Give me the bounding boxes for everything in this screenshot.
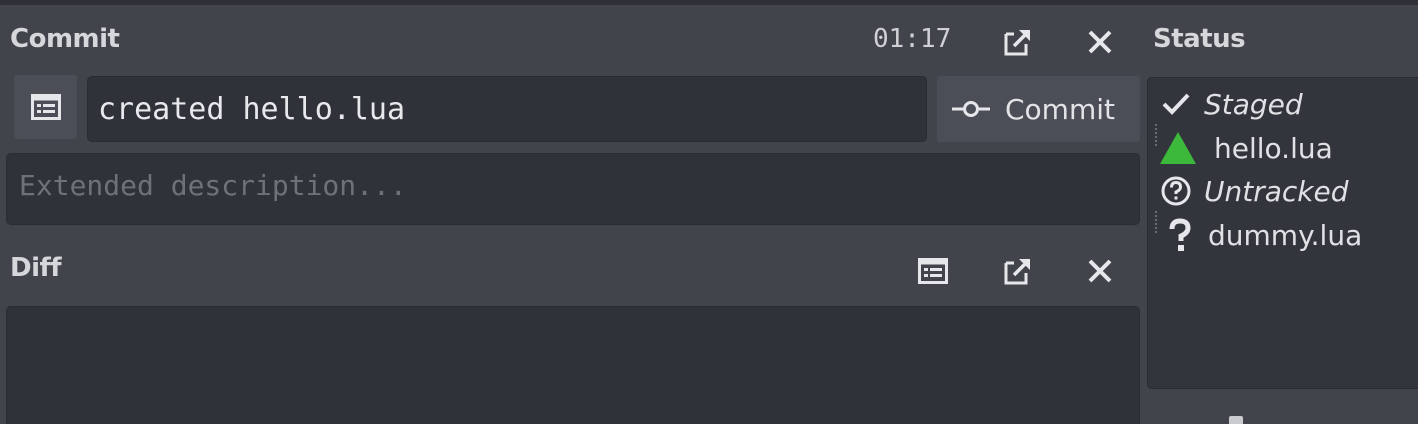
tree-guide [1155, 211, 1157, 235]
extended-description-input[interactable]: Extended description... [6, 153, 1140, 225]
question-mark-icon [1160, 215, 1200, 255]
diff-panel-title: Diff [10, 253, 62, 283]
lower-panel-title-fragment [1229, 416, 1243, 424]
commit-button[interactable]: Commit [937, 76, 1140, 142]
commit-summary-input[interactable] [87, 76, 927, 142]
diff-view-toggle-button[interactable] [913, 251, 953, 291]
commit-close-button[interactable] [1080, 22, 1120, 62]
added-triangle-icon [1158, 128, 1198, 168]
question-circle-icon [1156, 171, 1196, 211]
diff-popout-button[interactable] [998, 251, 1038, 291]
diff-list-icon [918, 258, 948, 284]
status-tree[interactable]: Staged hello.lua Untracked dummy.lua [1147, 77, 1418, 389]
commit-button-label: Commit [1005, 92, 1115, 126]
status-group-untracked[interactable]: Untracked [1156, 171, 1349, 211]
popout-icon [1004, 258, 1031, 285]
git-window: Commit 01:17 Commit [0, 0, 1418, 424]
staged-group-label: Staged [1204, 87, 1303, 121]
status-file-row[interactable]: dummy.lua [1160, 215, 1362, 255]
untracked-group-label: Untracked [1204, 174, 1349, 208]
close-icon [1088, 259, 1112, 283]
popout-icon [1004, 29, 1031, 56]
status-group-staged[interactable]: Staged [1156, 84, 1303, 124]
commit-timer: 01:17 [873, 24, 952, 54]
file-name: dummy.lua [1208, 218, 1363, 252]
close-icon [1088, 30, 1112, 54]
diff-view[interactable] [6, 306, 1140, 424]
status-panel-title: Status [1153, 24, 1246, 54]
commit-popout-button[interactable] [998, 22, 1038, 62]
commit-panel-title: Commit [10, 24, 120, 54]
commit-node-icon [952, 101, 990, 117]
description-placeholder: Extended description... [19, 169, 407, 202]
checkmark-icon [1156, 84, 1196, 124]
commit-template-button[interactable] [14, 75, 77, 139]
lower-panel-header [1147, 392, 1418, 424]
diff-close-button[interactable] [1080, 251, 1120, 291]
file-name: hello.lua [1214, 131, 1333, 165]
message-template-icon [30, 94, 61, 120]
tree-guide [1155, 124, 1157, 148]
status-file-row[interactable]: hello.lua [1158, 128, 1333, 168]
